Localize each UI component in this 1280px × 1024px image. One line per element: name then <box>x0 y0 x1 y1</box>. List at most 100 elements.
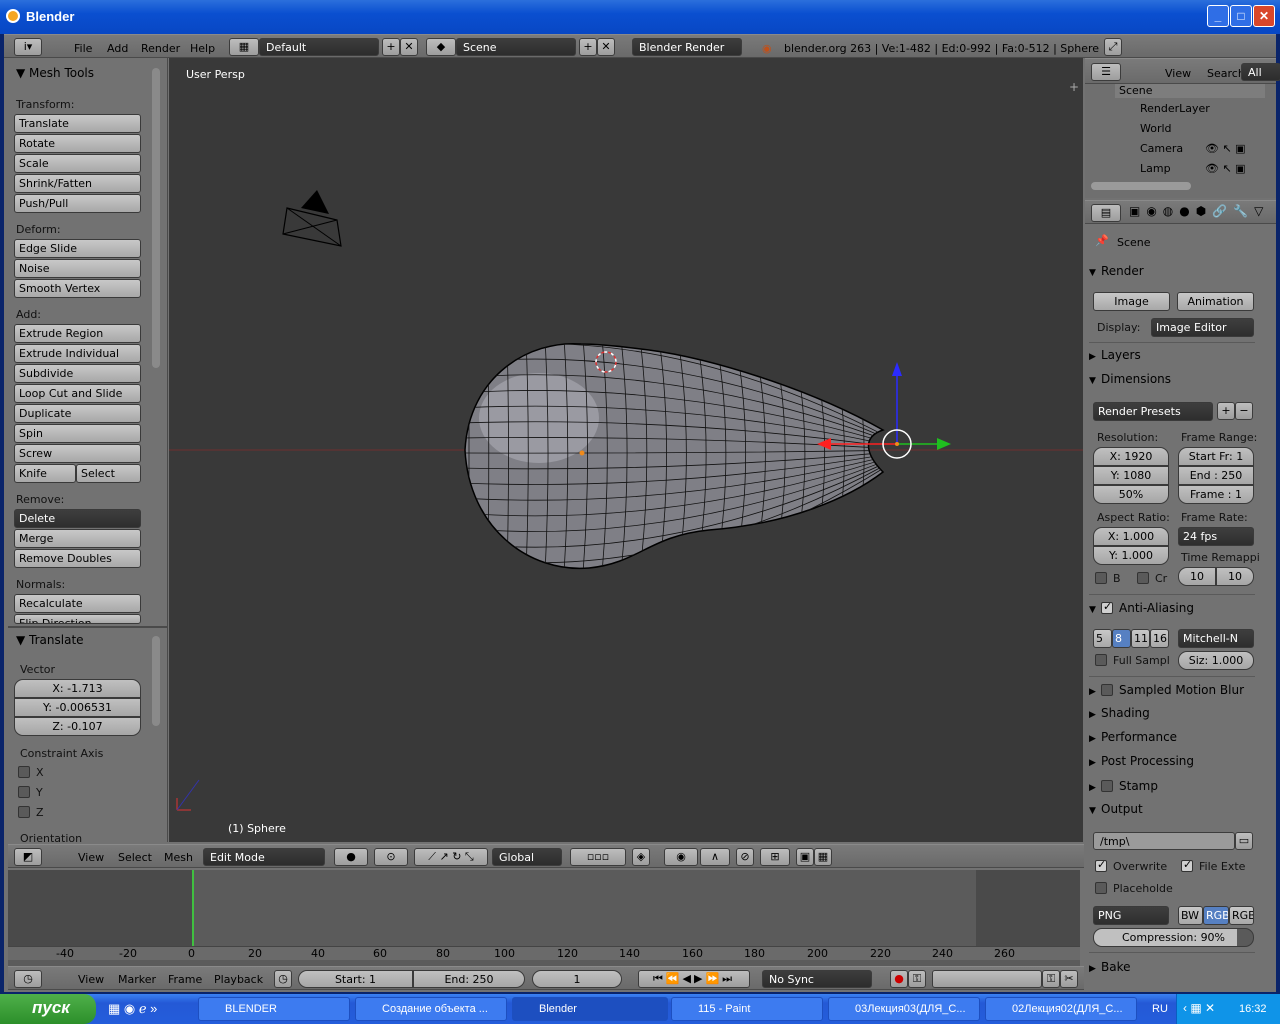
outliner-row-lamp[interactable]: Lamp <box>1140 162 1171 175</box>
task-blender[interactable]: Blender <box>512 997 668 1021</box>
fps-select[interactable]: 24 fps <box>1178 527 1254 546</box>
noise-button[interactable]: Noise <box>14 259 141 278</box>
outliner-editor-icon[interactable]: ☰ <box>1091 63 1121 81</box>
screw-button[interactable]: Screw <box>14 444 141 463</box>
expand-icon[interactable]: + <box>1069 80 1079 94</box>
render-engine-select[interactable]: Blender Render <box>632 38 742 56</box>
preview-range-icon[interactable]: ◷ <box>274 970 292 988</box>
panel-output[interactable]: ▼ Output <box>1089 802 1255 822</box>
render-animation-button[interactable]: Animation <box>1177 292 1254 311</box>
edge-slide-button[interactable]: Edge Slide <box>14 239 141 258</box>
filter-size-field[interactable]: Siz: 1.000 <box>1178 651 1254 670</box>
render-anim-icon[interactable]: ▦ <box>814 848 832 866</box>
task-create-object[interactable]: Создание объекта ... <box>355 997 507 1021</box>
mode-select[interactable]: Edit Mode <box>203 848 325 866</box>
display-select[interactable]: Image Editor <box>1151 318 1254 337</box>
timeline[interactable]: -40 -20 0 20 40 60 80 100 120 140 160 18… <box>8 870 1080 966</box>
resolution-x-field[interactable]: X: 1920 <box>1093 447 1169 466</box>
transform-orientation-select[interactable]: Global <box>492 848 562 866</box>
layout-icon[interactable]: ▦ <box>229 38 259 56</box>
compression-slider[interactable]: Compression: 90% <box>1093 928 1254 947</box>
maximize-button[interactable]: □ <box>1230 5 1252 27</box>
render-icon[interactable]: ▣ <box>796 848 814 866</box>
shading-icon[interactable]: ● <box>334 848 368 866</box>
add-layout-button[interactable]: + <box>382 38 400 56</box>
render-presets-select[interactable]: Render Presets <box>1093 402 1213 421</box>
pivot-icon[interactable]: ⊙ <box>374 848 408 866</box>
panel-render[interactable]: ▼ Render <box>1089 264 1255 284</box>
operator-scrollbar[interactable] <box>152 636 160 726</box>
vector-x-field[interactable]: X: -1.713 <box>14 679 141 698</box>
start-frame-field[interactable]: Start: 1 <box>298 970 413 988</box>
overwrite-checkbox[interactable] <box>1095 858 1107 872</box>
fullscreen-icon[interactable]: ⤢ <box>1104 38 1122 56</box>
properties-editor-icon[interactable]: ▤ <box>1091 204 1121 222</box>
playback-controls[interactable]: ⏮⏪◀▶⏩⏭ <box>638 970 750 988</box>
outliner-row-camera[interactable]: Camera <box>1140 142 1183 155</box>
outliner-filter-select[interactable]: All Sce <box>1241 63 1280 81</box>
keying-icon[interactable]: ⚿ <box>908 970 926 988</box>
insert-key-icon[interactable]: ⚿ <box>1042 970 1060 988</box>
pin-icon[interactable]: 📌 <box>1095 234 1109 247</box>
constraint-y-checkbox[interactable] <box>18 786 30 798</box>
current-frame-field[interactable]: 1 <box>532 970 622 988</box>
aa-5-button[interactable]: 5 <box>1093 629 1112 648</box>
extrude-region-button[interactable]: Extrude Region <box>14 324 141 343</box>
layout-field[interactable]: Default <box>259 38 379 56</box>
task-lecture-03[interactable]: 03Лекция03(ДЛЯ_С... <box>828 997 980 1021</box>
aspect-x-field[interactable]: X: 1.000 <box>1093 527 1169 546</box>
scale-button[interactable]: Scale <box>14 154 141 173</box>
editor-type-button[interactable]: i▾ <box>14 38 42 56</box>
scene-field[interactable]: Scene <box>456 38 576 56</box>
color-rgb-button[interactable]: RGB <box>1203 906 1229 925</box>
remap-old-field[interactable]: 10 <box>1178 567 1216 586</box>
menu-view[interactable]: View <box>78 851 104 864</box>
panel-stamp[interactable]: ▶ Stamp <box>1089 778 1255 798</box>
remove-scene-button[interactable]: ✕ <box>597 38 615 56</box>
aa-filter-select[interactable]: Mitchell-N <box>1178 629 1254 648</box>
snap-target-icon[interactable]: ⊞ <box>760 848 790 866</box>
toolshelf-scrollbar[interactable] <box>152 68 160 368</box>
minimize-button[interactable]: _ <box>1207 5 1229 27</box>
duplicate-button[interactable]: Duplicate <box>14 404 141 423</box>
constraint-x-checkbox[interactable] <box>18 766 30 778</box>
outliner-menu-view[interactable]: View <box>1165 67 1191 80</box>
merge-button[interactable]: Merge <box>14 529 141 548</box>
end-frame-field[interactable]: End : 250 <box>1178 466 1254 485</box>
aspect-y-field[interactable]: Y: 1.000 <box>1093 546 1169 565</box>
constraint-z-checkbox[interactable] <box>18 806 30 818</box>
menu-render[interactable]: Render <box>141 42 180 55</box>
full-sample-checkbox[interactable] <box>1095 654 1107 666</box>
aa-16-button[interactable]: 16 <box>1150 629 1169 648</box>
panel-performance[interactable]: ▶ Performance <box>1089 730 1255 750</box>
frame-step-field[interactable]: Frame : 1 <box>1178 485 1254 504</box>
current-frame-marker[interactable] <box>192 870 194 946</box>
vector-y-field[interactable]: Y: -0.006531 <box>14 698 141 717</box>
knife-button[interactable]: Knife <box>14 464 76 483</box>
panel-bake[interactable]: ▶ Bake <box>1089 960 1255 980</box>
close-button[interactable]: ✕ <box>1253 5 1275 27</box>
view3d-editor-icon[interactable]: ◩ <box>14 848 42 866</box>
quick-launch-icons[interactable]: ▦ ◉ ℯ » <box>108 1001 157 1017</box>
select-mode-icons[interactable]: ▫▫▫ <box>570 848 626 866</box>
menu-help[interactable]: Help <box>190 42 215 55</box>
camera-visibility-icon[interactable]: 👁 ↖ ▣ <box>1205 142 1246 155</box>
timeline-menu-frame[interactable]: Frame <box>168 973 202 986</box>
timeline-editor-icon[interactable]: ◷ <box>14 970 42 988</box>
tray-icons[interactable]: ‹ ▦ ✕ <box>1183 1001 1215 1015</box>
add-preset-button[interactable]: + <box>1217 402 1235 420</box>
knife-select-button[interactable]: Select <box>76 464 141 483</box>
keying-set-field[interactable] <box>932 970 1042 988</box>
scene-icon[interactable]: ◆ <box>426 38 456 56</box>
crop-checkbox[interactable] <box>1137 572 1149 584</box>
panel-anti-aliasing[interactable]: ▼Anti-Aliasing <box>1089 600 1255 620</box>
render-image-button[interactable]: Image <box>1093 292 1170 311</box>
panel-layers[interactable]: ▶ Layers <box>1089 348 1255 368</box>
aa-11-button[interactable]: 11 <box>1131 629 1150 648</box>
shrink-fatten-button[interactable]: Shrink/Fatten <box>14 174 141 193</box>
add-scene-button[interactable]: + <box>579 38 597 56</box>
panel-shading[interactable]: ▶ Shading <box>1089 706 1255 726</box>
outliner-row-renderlayers[interactable]: RenderLayer <box>1140 102 1210 115</box>
loop-cut-button[interactable]: Loop Cut and Slide <box>14 384 141 403</box>
output-path-field[interactable]: /tmp\ <box>1093 832 1235 850</box>
